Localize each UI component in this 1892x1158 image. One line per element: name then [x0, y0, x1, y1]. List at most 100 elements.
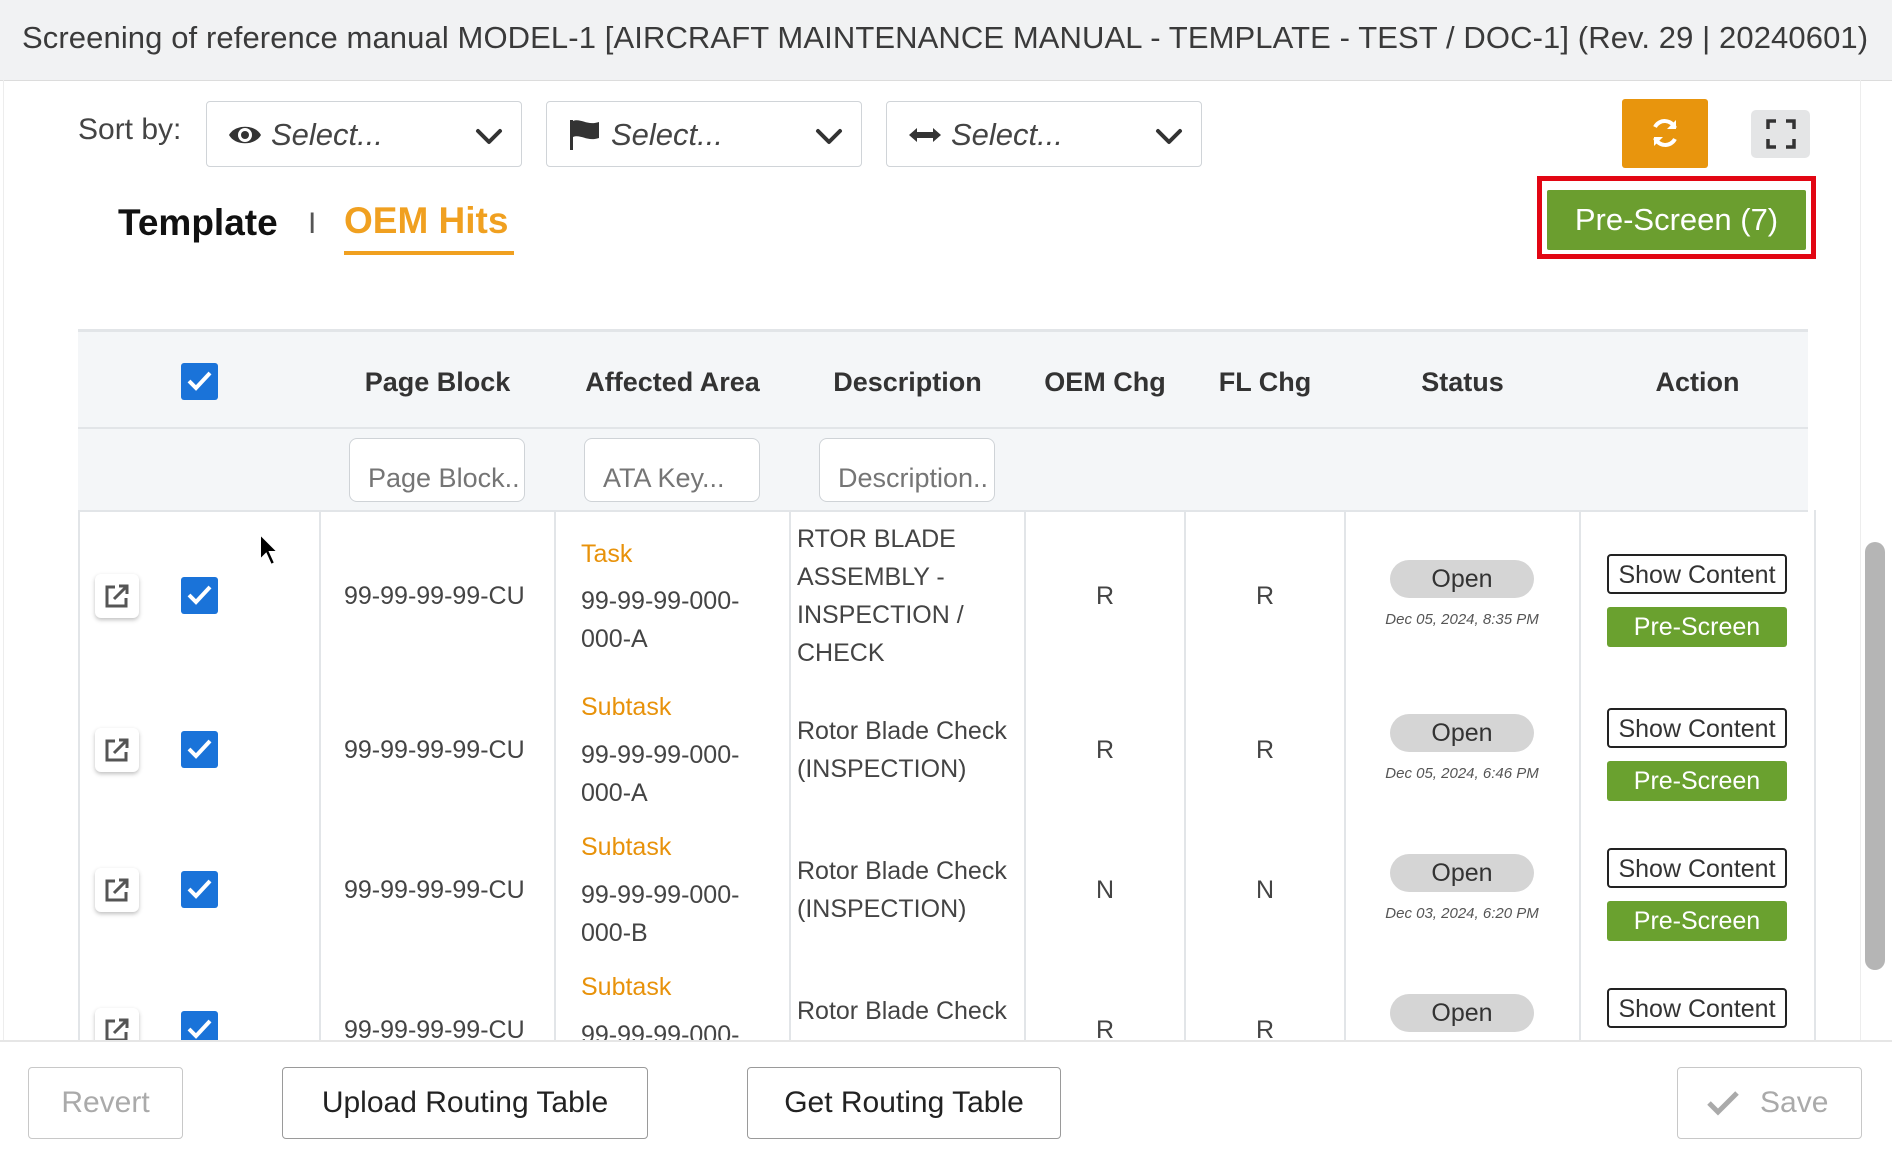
- status-date: Dec 05, 2024, 6:46 PM: [1385, 765, 1539, 782]
- ata-key-filter-input[interactable]: [584, 438, 760, 502]
- affected-area-key-line2: 000-A: [581, 625, 648, 653]
- description-line3: INSPECTION /: [797, 601, 964, 629]
- oem-chg-cell: N: [1095, 876, 1115, 904]
- status-badge: Open: [1390, 560, 1534, 598]
- oem-chg-cell: R: [1095, 582, 1115, 610]
- status-date: Dec 05, 2024, 8:35 PM: [1385, 611, 1539, 628]
- description-line1: Rotor Blade Check: [797, 717, 1007, 745]
- column-header-affected-area[interactable]: Affected Area: [555, 367, 790, 398]
- status-date: Dec 03, 2024, 6:20 PM: [1385, 905, 1539, 922]
- sort-select-visibility[interactable]: Select...: [206, 101, 522, 167]
- column-divider: [554, 510, 556, 1040]
- row-checkbox[interactable]: [181, 871, 218, 908]
- eye-icon: [229, 126, 261, 144]
- select-all-checkbox[interactable]: [181, 363, 218, 400]
- sort-by-label: Sort by:: [78, 113, 182, 146]
- affected-area-type-link[interactable]: Subtask: [581, 693, 671, 722]
- page-block-cell: 99-99-99-99-CU: [344, 736, 525, 764]
- page-title: Screening of reference manual MODEL-1 [A…: [22, 20, 1869, 55]
- column-divider: [78, 510, 80, 1040]
- show-content-button[interactable]: Show Content: [1607, 988, 1787, 1028]
- affected-area-key-line1: 99-99-99-000-: [581, 741, 740, 769]
- show-content-button[interactable]: Show Content: [1607, 848, 1787, 888]
- checkmark-icon: [187, 585, 212, 605]
- column-header-oem-chg[interactable]: OEM Chg: [1025, 367, 1185, 398]
- affected-area-type-link[interactable]: Task: [581, 540, 632, 569]
- description-filter-input[interactable]: [819, 438, 995, 502]
- sort-select-direction[interactable]: Select...: [886, 101, 1202, 167]
- column-divider: [1579, 510, 1581, 1040]
- checkmark-icon: [187, 739, 212, 759]
- oem-chg-cell: R: [1095, 736, 1115, 764]
- affected-area-type-link[interactable]: Subtask: [581, 833, 671, 862]
- status-badge: Open: [1390, 854, 1534, 892]
- mouse-cursor-icon: [259, 532, 281, 567]
- description-line2: (INSPECTION): [797, 895, 967, 923]
- tab-oem-hits[interactable]: OEM Hits: [344, 200, 508, 242]
- show-content-button[interactable]: Show Content: [1607, 554, 1787, 594]
- description-line4: CHECK: [797, 639, 885, 667]
- open-external-button[interactable]: [95, 728, 139, 772]
- affected-area-key-line1: 99-99-99-000-: [581, 587, 740, 615]
- sort-select-flag[interactable]: Select...: [546, 101, 862, 167]
- column-divider: [789, 510, 791, 1040]
- chevron-down-icon: [476, 129, 502, 144]
- description-line1: Rotor Blade Check: [797, 857, 1007, 885]
- description-line1: RTOR BLADE: [797, 525, 956, 553]
- chevron-down-icon: [1156, 129, 1182, 144]
- tab-template[interactable]: Template: [118, 202, 278, 244]
- panel-right-border: [1860, 80, 1861, 1040]
- column-header-description[interactable]: Description: [790, 367, 1025, 398]
- column-header-status[interactable]: Status: [1345, 367, 1580, 398]
- row-checkbox[interactable]: [181, 577, 218, 614]
- fl-chg-cell: R: [1255, 736, 1275, 764]
- checkmark-icon: [187, 371, 212, 391]
- affected-area-type-link[interactable]: Subtask: [581, 973, 671, 1002]
- checkmark-icon: [187, 1019, 212, 1039]
- column-divider: [1814, 510, 1816, 1040]
- check-icon: [1707, 1091, 1739, 1116]
- column-header-page-block[interactable]: Page Block: [320, 367, 555, 398]
- get-routing-table-button[interactable]: Get Routing Table: [747, 1067, 1061, 1139]
- fl-chg-cell: N: [1255, 876, 1275, 904]
- open-external-button[interactable]: [95, 574, 139, 618]
- flag-icon: [570, 120, 599, 150]
- row-prescreen-button[interactable]: Pre-Screen: [1607, 761, 1787, 801]
- page-block-cell: 99-99-99-99-CU: [344, 582, 525, 610]
- save-label: Save: [1760, 1086, 1829, 1119]
- row-prescreen-button[interactable]: Pre-Screen: [1607, 607, 1787, 647]
- scrollbar-thumb[interactable]: [1865, 542, 1885, 970]
- status-badge: Open: [1390, 714, 1534, 752]
- refresh-button[interactable]: [1622, 99, 1708, 168]
- page-block-filter-input[interactable]: [349, 438, 525, 502]
- row-checkbox[interactable]: [181, 731, 218, 768]
- description-line1: Rotor Blade Check: [797, 997, 1007, 1025]
- checkmark-icon: [187, 879, 212, 899]
- column-header-fl-chg[interactable]: FL Chg: [1185, 367, 1345, 398]
- refresh-icon: [1653, 119, 1677, 147]
- active-tab-underline: [344, 251, 514, 255]
- select-placeholder: Select...: [951, 117, 1063, 152]
- page-header: Screening of reference manual MODEL-1 [A…: [0, 0, 1892, 81]
- upload-routing-table-button[interactable]: Upload Routing Table: [282, 1067, 648, 1139]
- external-link-icon: [105, 878, 129, 902]
- prescreen-all-button[interactable]: Pre-Screen (7): [1547, 190, 1806, 250]
- external-link-icon: [105, 738, 129, 762]
- open-external-button[interactable]: [95, 868, 139, 912]
- save-button[interactable]: Save: [1677, 1067, 1862, 1139]
- column-header-action: Action: [1655, 367, 1740, 397]
- revert-button[interactable]: Revert: [28, 1067, 183, 1139]
- show-content-button[interactable]: Show Content: [1607, 708, 1787, 748]
- description-line2: (INSPECTION): [797, 755, 967, 783]
- status-badge: Open: [1390, 994, 1534, 1032]
- external-link-icon: [105, 584, 129, 608]
- description-line2: ASSEMBLY -: [797, 563, 945, 591]
- page-block-cell: 99-99-99-99-CU: [344, 876, 525, 904]
- chevron-down-icon: [816, 129, 842, 144]
- row-prescreen-button[interactable]: Pre-Screen: [1607, 901, 1787, 941]
- tab-separator: I: [308, 207, 317, 240]
- select-placeholder: Select...: [611, 117, 723, 152]
- fullscreen-icon: [1766, 119, 1796, 149]
- panel-left-border: [3, 80, 4, 1156]
- fullscreen-button[interactable]: [1751, 110, 1810, 158]
